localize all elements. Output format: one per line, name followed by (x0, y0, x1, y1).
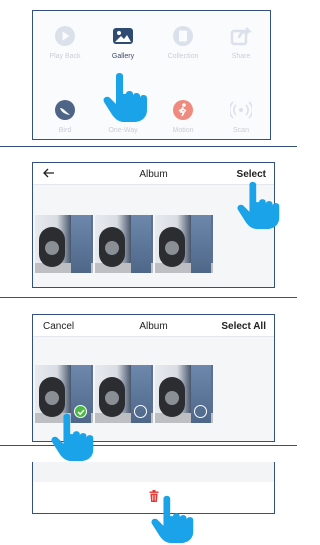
menu-item-motion[interactable]: Motion (155, 99, 211, 134)
select-circle-icon[interactable] (134, 405, 147, 418)
bird-icon (55, 100, 75, 120)
gallery-icon (113, 28, 133, 44)
album-select-header: Cancel Album Select All (33, 315, 274, 337)
tap-hand-icon (237, 181, 280, 230)
tap-hand-icon (103, 73, 147, 122)
menu-item-collection[interactable]: Collection (155, 25, 211, 60)
separator-line (0, 146, 297, 147)
menu-item-scan[interactable]: Scan (213, 99, 269, 134)
motion-icon (173, 100, 193, 120)
scan-icon (230, 101, 252, 119)
photo-thumbnail[interactable] (155, 215, 213, 273)
menu-item-label: Collection (167, 53, 199, 60)
select-button[interactable]: Select (237, 169, 266, 180)
menu-item-gallery[interactable]: Gallery (95, 25, 151, 60)
share-icon (230, 27, 252, 46)
separator-line (0, 445, 297, 446)
menu-item-bird[interactable]: Bird (37, 99, 93, 134)
menu-item-label: One-Way (108, 127, 138, 134)
menu-item-share[interactable]: Share (213, 25, 269, 60)
menu-item-label: Play Back (49, 53, 81, 60)
photo-thumbnail[interactable] (35, 215, 93, 273)
select-circle-icon[interactable] (194, 405, 207, 418)
menu-item-label: Bird (58, 127, 72, 134)
separator-line (0, 297, 297, 298)
collection-icon (173, 26, 193, 46)
gallery-bottom-strip (33, 462, 274, 482)
menu-item-label: Motion (172, 127, 194, 134)
menu-item-label: Gallery (111, 53, 135, 60)
photo-thumbnail[interactable] (95, 365, 153, 423)
tap-hand-icon (151, 495, 194, 544)
select-all-button[interactable]: Select All (221, 321, 266, 332)
menu-item-label: Share (231, 53, 251, 60)
menu-item-play-back[interactable]: Play Back (37, 25, 93, 60)
menu-item-label: Scan (233, 127, 249, 134)
photo-thumbnail[interactable] (155, 365, 213, 423)
tap-hand-icon (51, 413, 94, 462)
play-icon (55, 26, 75, 46)
photo-thumbnail[interactable] (95, 215, 153, 273)
